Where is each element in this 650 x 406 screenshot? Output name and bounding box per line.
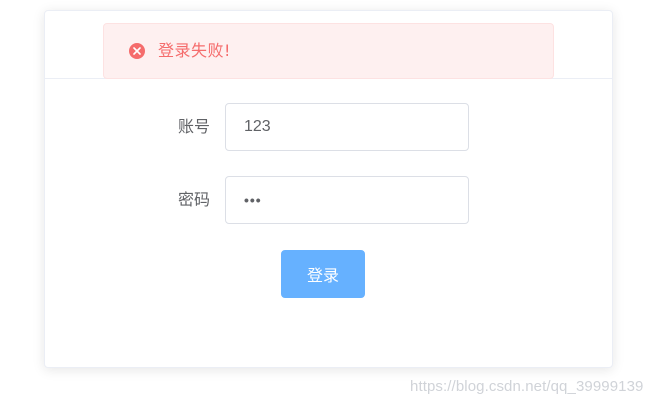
account-row: 账号 123 [0,103,650,151]
account-input[interactable]: 123 [225,103,469,151]
page: 登录失败! 账号 123 密码 ••• 登录 https://blog.csdn… [0,0,650,406]
error-alert: 登录失败! [103,23,554,79]
password-input[interactable]: ••• [225,176,469,224]
password-label: 密码 [177,190,210,209]
alert-message: 登录失败! [158,41,231,60]
login-button[interactable]: 登录 [281,250,365,298]
watermark: https://blog.csdn.net/qq_39999139 [410,378,644,395]
password-row: 密码 ••• [0,176,650,224]
error-circle-icon [129,43,145,59]
account-label: 账号 [177,117,210,136]
